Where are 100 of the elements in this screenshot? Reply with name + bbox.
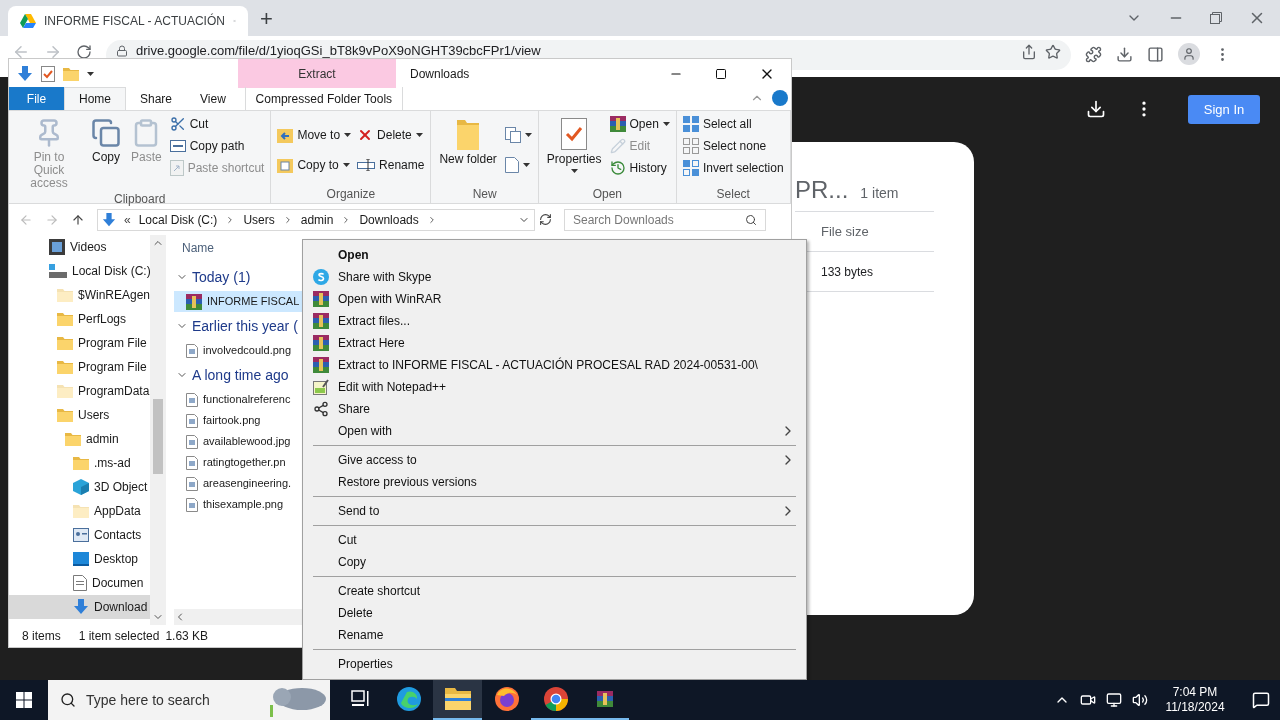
- ribbon-button[interactable]: Delete: [357, 124, 425, 145]
- film-icon: [49, 239, 65, 255]
- nav-item[interactable]: 3D Object: [9, 475, 150, 499]
- nav-item[interactable]: Download: [9, 595, 150, 619]
- ribbon-button[interactable]: Cut: [169, 114, 265, 134]
- menu-item[interactable]: Copy: [303, 551, 806, 573]
- edge-icon: [395, 686, 422, 712]
- ribbon-tab[interactable]: Share: [126, 87, 187, 110]
- skype-icon: [312, 269, 329, 285]
- ribbon-tab[interactable]: View: [186, 87, 240, 110]
- scroll-thumb[interactable]: [153, 399, 163, 474]
- group-header[interactable]: A long time ago: [192, 364, 289, 386]
- address-field[interactable]: « Local Disk (C:) Users admin Downloads: [97, 208, 535, 231]
- document-icon: [73, 575, 87, 591]
- profile-avatar[interactable]: [1178, 43, 1200, 65]
- menu-item[interactable]: Rename: [303, 624, 806, 646]
- folder-copy-icon: [277, 156, 294, 173]
- camera-icon[interactable]: [1080, 692, 1096, 708]
- ribbon-button[interactable]: Rename: [357, 154, 425, 175]
- nav-label: Documen: [92, 575, 144, 592]
- download-arrow-icon[interactable]: [17, 65, 33, 82]
- up-icon[interactable]: [71, 212, 85, 227]
- taskbar-app[interactable]: [433, 680, 482, 720]
- select-all-icon: [682, 116, 699, 132]
- nav-label: ProgramData: [78, 383, 150, 400]
- bookmark-star-icon[interactable]: [1045, 44, 1061, 60]
- ribbon-button[interactable]: Invert selection: [682, 158, 784, 178]
- share-icon[interactable]: [1021, 44, 1037, 60]
- path-icon: [169, 140, 186, 152]
- ribbon-button[interactable]: Copy to: [277, 154, 352, 175]
- nav-item[interactable]: .ms-ad: [9, 451, 150, 475]
- nav-item[interactable]: Desktop: [9, 547, 150, 571]
- caret-icon: [662, 122, 670, 126]
- ribbon-button[interactable]: Select all: [682, 114, 784, 134]
- ribbon-button[interactable]: History: [609, 158, 670, 178]
- download-icon[interactable]: [1116, 46, 1133, 63]
- breadcrumb[interactable]: admin: [300, 210, 334, 229]
- ribbon-button[interactable]: [504, 124, 532, 145]
- menu-item[interactable]: Extract files...: [303, 310, 806, 332]
- image-file-icon: [186, 343, 198, 358]
- ribbon-button[interactable]: [504, 154, 532, 175]
- ribbon-button[interactable]: New folder: [435, 114, 501, 185]
- item-count: 1 item: [860, 184, 899, 203]
- menu-item[interactable]: Cut: [303, 529, 806, 551]
- nav-item[interactable]: Program File: [9, 355, 150, 379]
- nav-item[interactable]: Documen: [9, 571, 150, 595]
- ribbon-button[interactable]: Move to: [277, 124, 352, 145]
- volume-icon[interactable]: [1132, 692, 1148, 708]
- menu-item[interactable]: Open: [303, 244, 806, 266]
- archive-icon: [312, 357, 329, 373]
- new-tab-button[interactable]: +: [260, 8, 273, 30]
- ribbon-tab[interactable]: Compressed Folder Tools: [244, 87, 403, 110]
- nav-item[interactable]: AppData: [9, 499, 150, 523]
- caret-icon: [415, 132, 423, 137]
- network-icon[interactable]: [1106, 692, 1122, 708]
- folder-icon: [444, 688, 471, 710]
- restore-icon[interactable]: [1210, 12, 1222, 24]
- menu-item[interactable]: Share with Skype: [303, 266, 806, 288]
- download-icon[interactable]: [1086, 99, 1106, 119]
- ribbon-button[interactable]: Select none: [682, 136, 784, 156]
- extensions-icon[interactable]: [1085, 46, 1102, 63]
- ribbon-button[interactable]: Properties: [542, 114, 606, 185]
- reload-icon[interactable]: [76, 44, 92, 60]
- maximize-icon[interactable]: [715, 67, 727, 80]
- ribbon-button[interactable]: Copy: [87, 114, 125, 190]
- clock[interactable]: 7:04 PM 11/18/2024: [1158, 685, 1232, 715]
- taskbar-search-field[interactable]: Type here to search: [48, 680, 330, 720]
- side-panel-icon[interactable]: [1147, 46, 1164, 63]
- group-label: New: [471, 186, 498, 203]
- checklist-icon[interactable]: [41, 65, 55, 82]
- breadcrumb[interactable]: Users: [243, 210, 275, 229]
- group-header[interactable]: Earlier this year (: [192, 315, 298, 337]
- breadcrumb[interactable]: Downloads: [359, 210, 419, 229]
- menu-item[interactable]: Delete: [303, 602, 806, 624]
- group-label: Clipboard: [113, 191, 167, 208]
- nav-item[interactable]: admin: [9, 427, 150, 451]
- folder-icon: [457, 118, 480, 150]
- menu-item[interactable]: Create shortcut: [303, 580, 806, 602]
- refresh-icon[interactable]: [539, 213, 552, 226]
- nav-item[interactable]: $WinREAgen: [9, 283, 150, 307]
- search-field[interactable]: Search Downloads: [564, 208, 766, 231]
- nav-item[interactable]: Contacts: [9, 523, 150, 547]
- nav-label: Desktop: [94, 551, 139, 568]
- breadcrumb[interactable]: Local Disk (C:): [138, 210, 218, 229]
- nav-item[interactable]: ProgramData: [9, 379, 150, 403]
- nav-item[interactable]: PerfLogs: [9, 307, 150, 331]
- nav-item[interactable]: Local Disk (C:): [9, 259, 150, 283]
- group-header[interactable]: Today (1): [192, 266, 251, 288]
- browser-tab[interactable]: INFORME FISCAL - ACTUACIÓN: [8, 6, 248, 36]
- notifications-icon[interactable]: [1252, 691, 1270, 709]
- file-tab[interactable]: File: [9, 87, 64, 110]
- nav-item[interactable]: Users: [9, 403, 150, 427]
- tab-title: INFORME FISCAL - ACTUACIÓN: [44, 12, 225, 30]
- ribbon-tab[interactable]: Home: [64, 87, 126, 110]
- ribbon-button[interactable]: Open: [609, 114, 670, 134]
- download-arrow-icon: [73, 599, 89, 615]
- nav-item[interactable]: Program File: [9, 331, 150, 355]
- menu-item[interactable]: Properties: [303, 653, 806, 675]
- ribbon-button[interactable]: Copy path: [169, 136, 265, 156]
- nav-item[interactable]: Videos: [9, 235, 150, 259]
